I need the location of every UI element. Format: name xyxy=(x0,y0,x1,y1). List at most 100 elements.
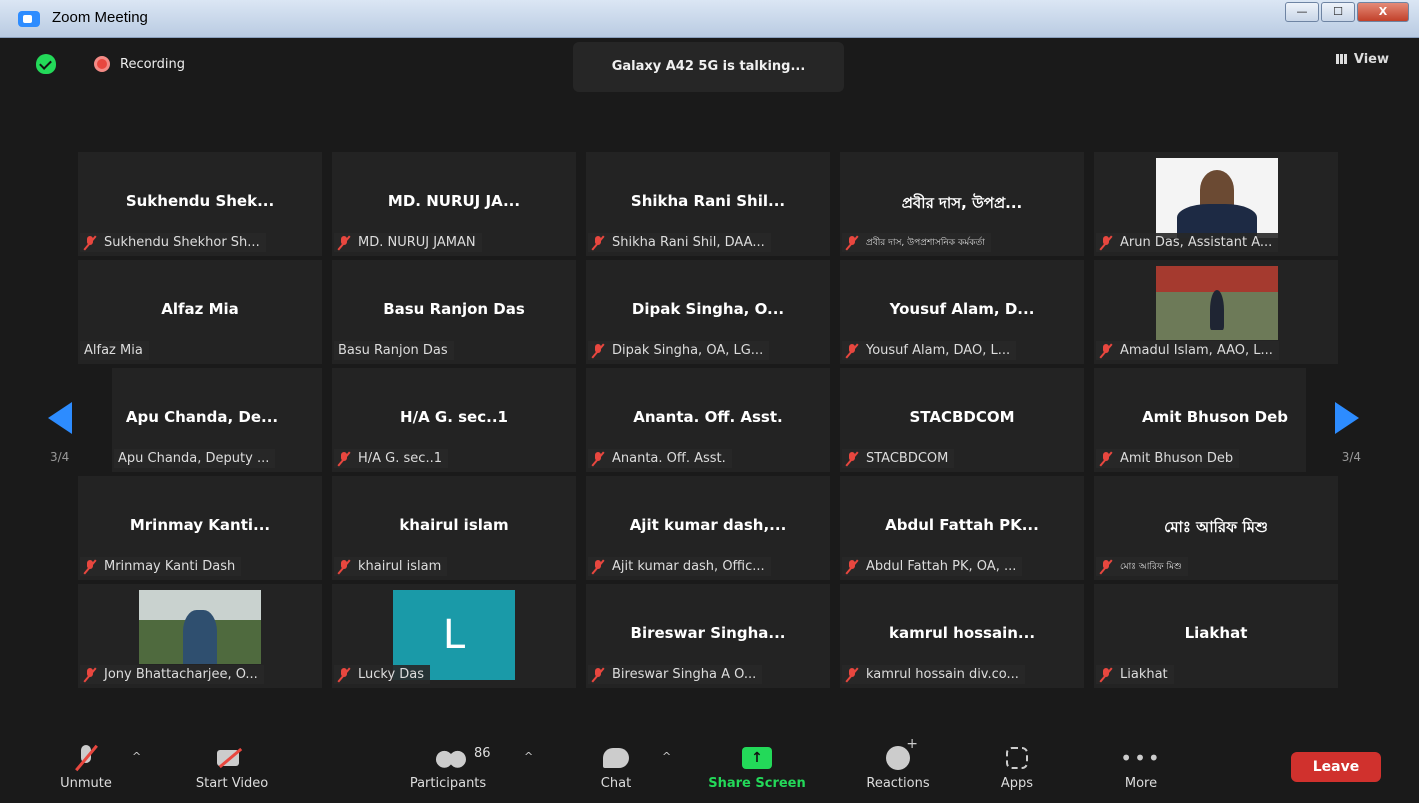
participant-display-name: Basu Ranjon Das xyxy=(383,300,525,318)
meeting-toolbar: Unmute ^ Start Video ●● Participants 86 … xyxy=(8,736,1411,796)
previous-page-arrow-icon[interactable] xyxy=(48,402,72,434)
participant-tile[interactable]: Ajit kumar dash,... Ajit kumar dash, Off… xyxy=(586,476,830,580)
participant-display-name: Yousuf Alam, D... xyxy=(889,300,1035,318)
participant-tile[interactable]: kamrul hossain... kamrul hossain div.co.… xyxy=(840,584,1084,688)
encryption-shield-icon[interactable] xyxy=(36,54,56,74)
participant-label-text: মোঃ আরিফ মিশু xyxy=(1120,562,1182,572)
apps-label: Apps xyxy=(1000,776,1034,791)
leave-button[interactable]: Leave xyxy=(1291,752,1381,782)
participant-tile[interactable]: MD. NURUJ JA... MD. NURUJ JAMAN xyxy=(332,152,576,256)
chat-button[interactable]: Chat xyxy=(586,744,646,791)
minimize-button[interactable]: — xyxy=(1285,2,1319,22)
participant-tile[interactable]: Alfaz Mia Alfaz Mia xyxy=(78,260,322,364)
participant-label-text: প্রবীর দাস, উপপ্রশাসনিক কর্মকর্তা xyxy=(866,238,985,248)
meeting-status: Recording xyxy=(36,54,185,74)
participant-display-name: Liakhat xyxy=(1184,624,1248,642)
participant-tile[interactable]: Ananta. Off. Asst. Ananta. Off. Asst. xyxy=(586,368,830,472)
participant-tile[interactable]: L Lucky Das xyxy=(332,584,576,688)
participants-count: 86 xyxy=(474,746,491,761)
participants-options-caret[interactable]: ^ xyxy=(524,750,533,763)
mic-muted-icon xyxy=(1100,667,1112,682)
participant-label-text: Liakhat xyxy=(1120,667,1168,682)
participant-name-label: MD. NURUJ JAMAN xyxy=(334,233,482,252)
recording-label[interactable]: Recording xyxy=(120,57,185,72)
start-video-button[interactable]: Start Video xyxy=(182,744,282,791)
mic-muted-icon xyxy=(846,559,858,574)
participant-tile[interactable]: Arun Das, Assistant A... xyxy=(1094,152,1338,256)
participant-display-name: Apu Chanda, De... xyxy=(125,408,279,426)
participant-tile[interactable]: Dipak Singha, O... Dipak Singha, OA, LG.… xyxy=(586,260,830,364)
participant-name-label: STACBDCOM xyxy=(842,449,955,468)
window-titlebar: Zoom Meeting — ☐ X xyxy=(0,0,1419,38)
participant-name-label: H/A G. sec..1 xyxy=(334,449,448,468)
participant-tile[interactable]: Abdul Fattah PK... Abdul Fattah PK, OA, … xyxy=(840,476,1084,580)
chat-options-caret[interactable]: ^ xyxy=(662,750,671,763)
mic-muted-icon xyxy=(1100,343,1112,358)
apps-button[interactable]: Apps xyxy=(982,744,1052,791)
participant-tile[interactable]: Amadul Islam, AAO, L... xyxy=(1094,260,1338,364)
participant-label-text: Sukhendu Shekhor Sh... xyxy=(104,235,260,250)
participant-label-text: Jony Bhattacharjee, O... xyxy=(104,667,258,682)
recording-icon xyxy=(94,56,110,72)
participant-name-label: Dipak Singha, OA, LG... xyxy=(588,341,770,360)
participant-display-name: Dipak Singha, O... xyxy=(631,300,785,318)
audio-options-caret[interactable]: ^ xyxy=(132,750,141,763)
mic-muted-icon xyxy=(338,451,350,466)
participant-tile[interactable]: Bireswar Singha... Bireswar Singha A O..… xyxy=(586,584,830,688)
zoom-app-icon xyxy=(18,11,40,27)
participant-video xyxy=(139,590,261,664)
share-screen-button[interactable]: ↑ Share Screen xyxy=(702,744,812,791)
participant-display-name: Alfaz Mia xyxy=(161,300,239,318)
participant-video xyxy=(1156,158,1278,238)
participant-tile[interactable]: khairul islam khairul islam xyxy=(332,476,576,580)
participant-tile[interactable]: Shikha Rani Shil... Shikha Rani Shil, DA… xyxy=(586,152,830,256)
maximize-button[interactable]: ☐ xyxy=(1321,2,1355,22)
share-screen-icon: ↑ xyxy=(742,747,772,769)
mic-muted-icon xyxy=(1100,559,1112,574)
mic-muted-icon xyxy=(592,559,604,574)
participant-display-name: প্রবীর দাস, উপপ্র... xyxy=(901,194,1023,212)
participant-tile[interactable]: Jony Bhattacharjee, O... xyxy=(78,584,322,688)
participant-name-label: মোঃ আরিফ মিশু xyxy=(1096,557,1188,576)
participant-tile[interactable]: Yousuf Alam, D... Yousuf Alam, DAO, L... xyxy=(840,260,1084,364)
participant-label-text: Lucky Das xyxy=(358,667,425,682)
participant-display-name: Sukhendu Shek... xyxy=(125,192,275,210)
reactions-button[interactable]: Reactions xyxy=(848,736,948,791)
participant-label-text: kamrul hossain div.co... xyxy=(866,667,1019,682)
participant-tile[interactable]: STACBDCOM STACBDCOM xyxy=(840,368,1084,472)
next-page-arrow-icon[interactable] xyxy=(1335,402,1359,434)
participant-label-text: Mrinmay Kanti Dash xyxy=(104,559,236,574)
participant-tile[interactable]: Apu Chanda, De... Apu Chanda, Deputy ... xyxy=(112,368,322,472)
participant-name-label: Mrinmay Kanti Dash xyxy=(80,557,242,576)
participant-tile[interactable]: মোঃ আরিফ মিশু মোঃ আরিফ মিশু xyxy=(1094,476,1338,580)
participant-tile[interactable]: Basu Ranjon Das Basu Ranjon Das xyxy=(332,260,576,364)
mic-muted-icon xyxy=(846,343,858,358)
unmute-button[interactable]: Unmute xyxy=(56,744,116,791)
reactions-label: Reactions xyxy=(866,776,930,791)
participant-name-label: Abdul Fattah PK, OA, ... xyxy=(842,557,1023,576)
participant-display-name: Abdul Fattah PK... xyxy=(885,516,1039,534)
video-off-icon xyxy=(217,748,247,768)
participant-name-label: Alfaz Mia xyxy=(80,341,149,360)
participant-tile[interactable]: Liakhat Liakhat xyxy=(1094,584,1338,688)
mic-muted-icon xyxy=(84,559,96,574)
microphone-muted-icon xyxy=(76,745,96,771)
close-button[interactable]: X xyxy=(1357,2,1409,22)
more-label: More xyxy=(1124,776,1158,791)
mic-muted-icon xyxy=(846,235,858,250)
participant-tile[interactable]: Sukhendu Shek... Sukhendu Shekhor Sh... xyxy=(78,152,322,256)
participant-tile[interactable]: Amit Bhuson Deb Amit Bhuson Deb xyxy=(1094,368,1306,472)
participant-label-text: Bireswar Singha A O... xyxy=(612,667,757,682)
participant-tile[interactable]: Mrinmay Kanti... Mrinmay Kanti Dash xyxy=(78,476,322,580)
participant-tile[interactable]: প্রবীর দাস, উপপ্র... প্রবীর দাস, উপপ্রশা… xyxy=(840,152,1084,256)
participant-tile[interactable]: H/A G. sec..1 H/A G. sec..1 xyxy=(332,368,576,472)
more-button[interactable]: ••• More xyxy=(1106,744,1176,791)
view-button[interactable]: View xyxy=(1335,52,1389,67)
mic-muted-icon xyxy=(846,667,858,682)
participant-display-name: STACBDCOM xyxy=(909,408,1015,426)
participant-label-text: Abdul Fattah PK, OA, ... xyxy=(866,559,1017,574)
mic-muted-icon xyxy=(1100,235,1112,250)
participant-name-label: Amit Bhuson Deb xyxy=(1096,449,1240,468)
participant-label-text: STACBDCOM xyxy=(866,451,949,466)
participant-name-label: Yousuf Alam, DAO, L... xyxy=(842,341,1017,360)
